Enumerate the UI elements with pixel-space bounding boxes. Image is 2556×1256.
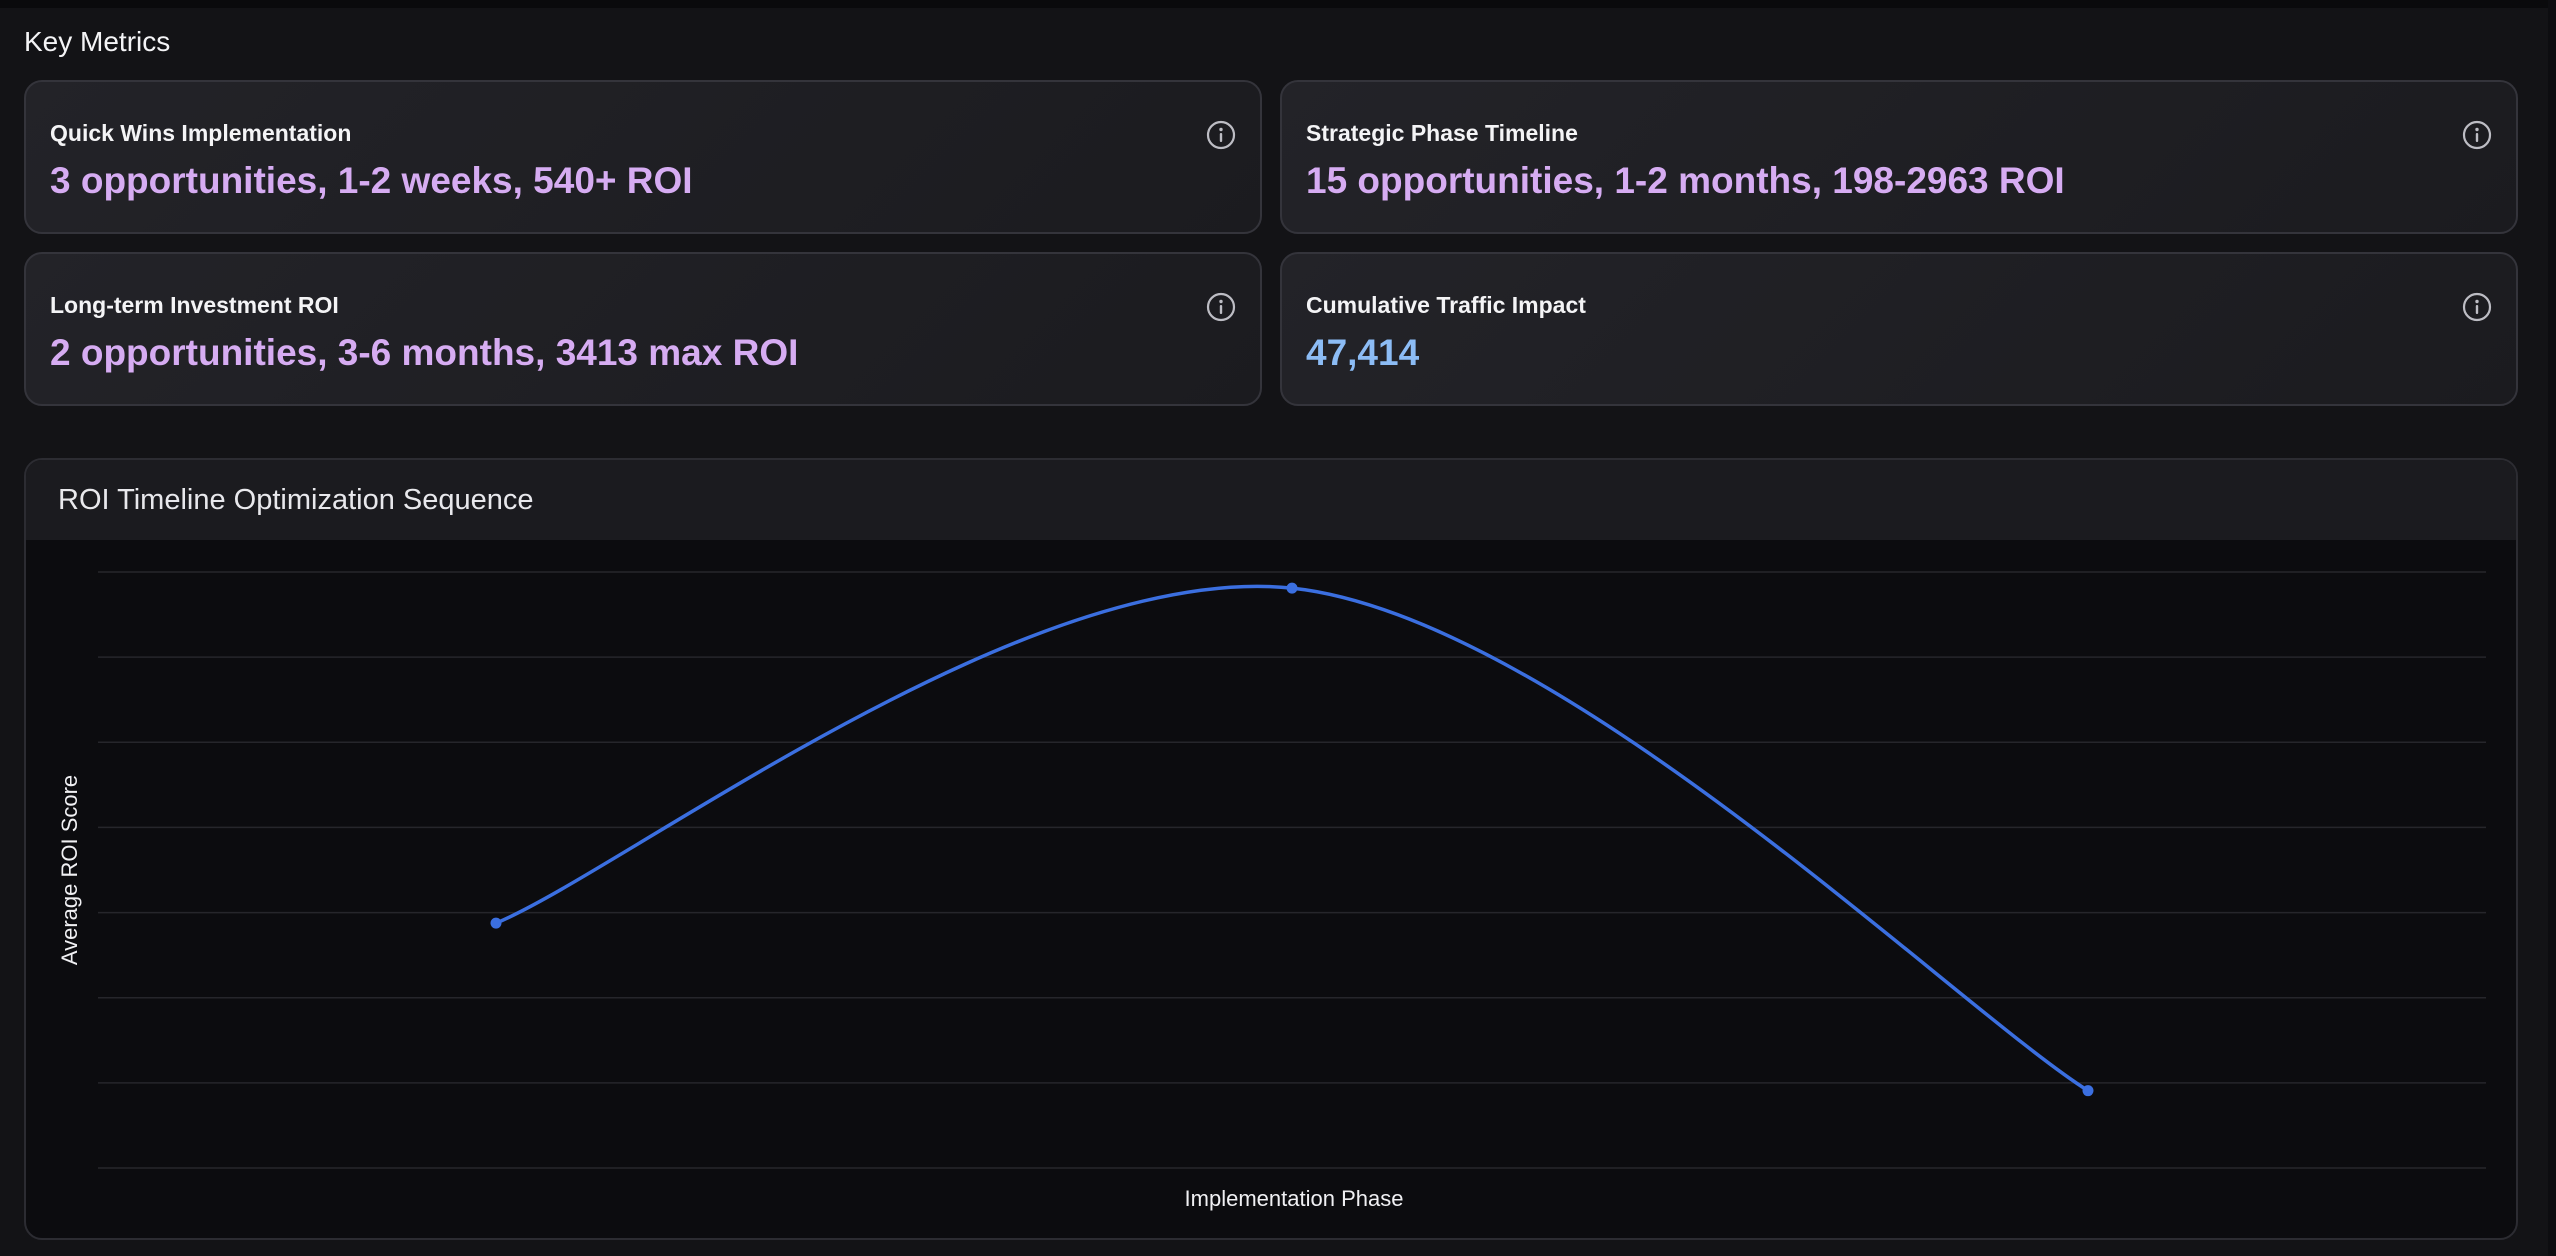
metric-value: 15 opportunities, 1-2 months, 198-2963 R…	[1306, 160, 2065, 201]
metric-card-long-term: Long-term Investment ROI 2 opportunities…	[24, 252, 1262, 406]
metric-card-traffic-impact: Cumulative Traffic Impact 47,414	[1280, 252, 2518, 406]
roi-line-chart	[98, 571, 2486, 1169]
chart-panel: ROI Timeline Optimization Sequence Avera…	[24, 458, 2518, 1240]
metric-value: 47,414	[1306, 332, 1420, 373]
metric-label: Long-term Investment ROI	[50, 292, 339, 318]
data-point[interactable]	[490, 917, 502, 929]
page: Key Metrics Quick Wins Implementation 3 …	[0, 0, 2556, 1256]
series-line	[495, 584, 2089, 1093]
metric-label: Cumulative Traffic Impact	[1306, 292, 1586, 318]
info-icon[interactable]	[2462, 120, 2492, 150]
metric-value: 2 opportunities, 3-6 months, 3413 max RO…	[50, 332, 799, 373]
info-icon[interactable]	[2462, 292, 2492, 322]
metric-card-strategic-phase: Strategic Phase Timeline 15 opportunitie…	[1280, 80, 2518, 234]
info-icon[interactable]	[1206, 292, 1236, 322]
metric-value: 3 opportunities, 1-2 weeks, 540+ ROI	[50, 160, 693, 201]
section-title: Key Metrics	[24, 26, 171, 57]
metric-label: Strategic Phase Timeline	[1306, 120, 1578, 146]
info-icon[interactable]	[1206, 120, 1236, 150]
metric-card-quick-wins: Quick Wins Implementation 3 opportunitie…	[24, 80, 1262, 234]
data-point[interactable]	[2082, 1085, 2094, 1097]
y-axis-label: Average ROI Score	[57, 774, 82, 966]
data-point[interactable]	[1286, 582, 1298, 594]
metric-label: Quick Wins Implementation	[50, 120, 352, 146]
window-edge	[2548, 0, 2556, 1256]
x-axis-label: Implementation Phase	[1184, 1186, 1404, 1211]
top-strip	[0, 0, 2556, 8]
